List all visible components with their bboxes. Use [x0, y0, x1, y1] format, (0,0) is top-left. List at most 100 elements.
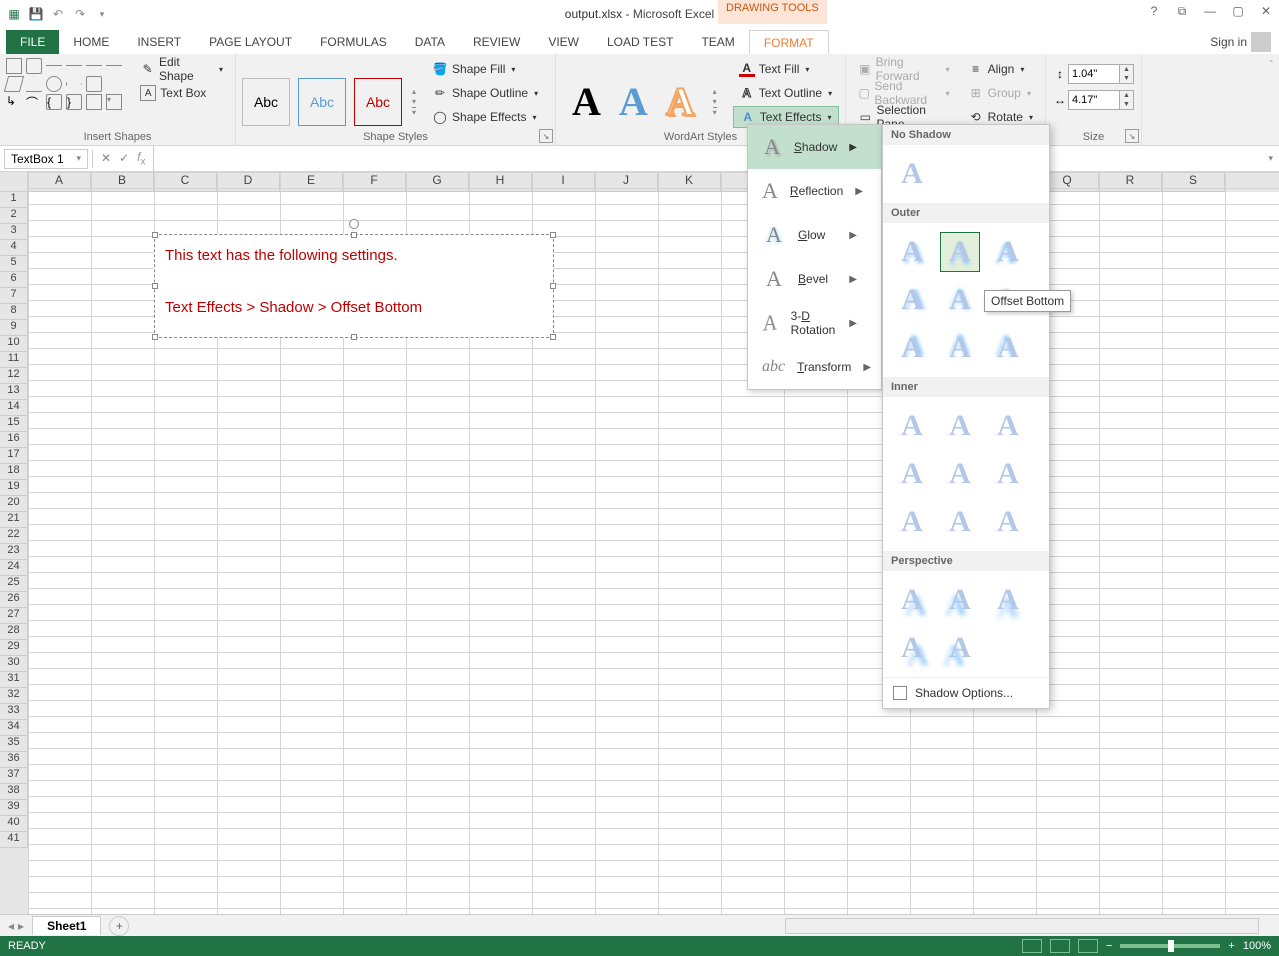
row-header[interactable]: 35	[0, 736, 28, 752]
align-button[interactable]: ≡Align▾	[962, 58, 1039, 80]
maximize-icon[interactable]: ▢	[1229, 2, 1247, 20]
new-sheet-button[interactable]: +	[109, 916, 129, 936]
sheet-nav-next-icon[interactable]: ▸	[18, 919, 24, 933]
row-header[interactable]: 18	[0, 464, 28, 480]
shadow-option-inner-2[interactable]: A	[941, 407, 979, 445]
shadow-option-outer-7[interactable]: A	[893, 329, 931, 367]
shadow-option-inner-5[interactable]: A	[941, 455, 979, 493]
tab-insert[interactable]: INSERT	[123, 30, 195, 54]
shadow-option-persp-1[interactable]: A	[893, 581, 931, 619]
ribbon-display-options-icon[interactable]: ⧉	[1173, 2, 1191, 20]
sheet-nav[interactable]: ◂▸	[0, 919, 32, 933]
menu-item-glow[interactable]: A Glow ▶	[748, 213, 881, 257]
zoom-out-button[interactable]: −	[1106, 940, 1112, 952]
zoom-slider[interactable]	[1120, 944, 1220, 948]
zoom-level[interactable]: 100%	[1243, 940, 1271, 952]
row-header[interactable]: 7	[0, 288, 28, 304]
fx-icon[interactable]: fx	[137, 150, 145, 167]
minimize-icon[interactable]: —	[1201, 2, 1219, 20]
tab-data[interactable]: DATA	[401, 30, 459, 54]
row-header[interactable]: 36	[0, 752, 28, 768]
row-header[interactable]: 14	[0, 400, 28, 416]
tab-load-test[interactable]: LOAD TEST	[593, 30, 687, 54]
menu-item-transform[interactable]: abc Transform ▶	[748, 345, 881, 389]
tab-file[interactable]: FILE	[6, 30, 59, 54]
shadow-option-inner-9[interactable]: A	[989, 503, 1027, 541]
shadow-option-none[interactable]: A	[893, 155, 931, 193]
cancel-icon[interactable]: ✕	[101, 151, 111, 165]
edit-shape-button[interactable]: ✎Edit Shape▾	[134, 58, 229, 80]
row-header[interactable]: 40	[0, 816, 28, 832]
shadow-option-inner-6[interactable]: A	[989, 455, 1027, 493]
redo-icon[interactable]: ↷	[70, 4, 90, 24]
row-header[interactable]: 27	[0, 608, 28, 624]
row-header[interactable]: 12	[0, 368, 28, 384]
row-header[interactable]: 19	[0, 480, 28, 496]
shape-outline-button[interactable]: ✏Shape Outline▾	[426, 82, 544, 104]
menu-item-3d-rotation[interactable]: A 3-D Rotation ▶	[748, 301, 881, 345]
bring-forward-button[interactable]: ▣Bring Forward▾	[852, 58, 956, 80]
text-box-button[interactable]: AText Box	[134, 82, 229, 104]
shape-style-swatch-blue[interactable]: Abc	[298, 78, 346, 126]
shadow-option-inner-7[interactable]: A	[893, 503, 931, 541]
tab-review[interactable]: REVIEW	[459, 30, 534, 54]
row-header[interactable]: 41	[0, 832, 28, 848]
shadow-option-outer-1[interactable]: A	[893, 233, 931, 271]
tab-view[interactable]: VIEW	[534, 30, 593, 54]
textbox-shape[interactable]: This text has the following settings. Te…	[154, 234, 554, 338]
help-icon[interactable]: ?	[1145, 2, 1163, 20]
shape-styles-launcher[interactable]: ↘	[539, 129, 553, 143]
horizontal-scrollbar[interactable]	[785, 918, 1259, 934]
row-header[interactable]: 4	[0, 240, 28, 256]
shape-fill-button[interactable]: 🪣Shape Fill▾	[426, 58, 544, 80]
height-spinner[interactable]: ▲▼	[1120, 64, 1134, 84]
row-header[interactable]: 29	[0, 640, 28, 656]
zoom-in-button[interactable]: +	[1228, 940, 1234, 952]
rotation-handle[interactable]	[349, 219, 359, 229]
resize-handle-nw[interactable]	[152, 232, 158, 238]
row-header[interactable]: 39	[0, 800, 28, 816]
shadow-option-persp-5[interactable]: A	[941, 629, 979, 667]
width-spinner[interactable]: ▲▼	[1120, 90, 1134, 110]
row-header[interactable]: 30	[0, 656, 28, 672]
row-header[interactable]: 10	[0, 336, 28, 352]
row-header[interactable]: 38	[0, 784, 28, 800]
row-header[interactable]: 11	[0, 352, 28, 368]
undo-icon[interactable]: ↶	[48, 4, 68, 24]
row-header[interactable]: 23	[0, 544, 28, 560]
row-header[interactable]: 1	[0, 192, 28, 208]
shape-effects-button[interactable]: ◯Shape Effects▾	[426, 106, 544, 128]
row-header[interactable]: 37	[0, 768, 28, 784]
row-header[interactable]: 25	[0, 576, 28, 592]
shadow-option-persp-3[interactable]: A	[989, 581, 1027, 619]
close-icon[interactable]: ✕	[1257, 2, 1275, 20]
shadow-option-outer-8[interactable]: A	[941, 329, 979, 367]
wordart-swatch-1[interactable]: A	[572, 78, 601, 125]
qat-customize-icon[interactable]: ▾	[92, 4, 112, 24]
wordart-swatch-3[interactable]: A	[666, 78, 695, 125]
shadow-option-inner-1[interactable]: A	[893, 407, 931, 445]
row-header[interactable]: 22	[0, 528, 28, 544]
name-box[interactable]: TextBox 1 ▾	[4, 149, 88, 169]
tab-home[interactable]: HOME	[59, 30, 123, 54]
view-page-break-button[interactable]	[1078, 939, 1098, 953]
shadow-option-inner-3[interactable]: A	[989, 407, 1027, 445]
row-header[interactable]: 9	[0, 320, 28, 336]
shadow-option-outer-5[interactable]: A	[941, 281, 979, 319]
row-header[interactable]: 33	[0, 704, 28, 720]
resize-handle-w[interactable]	[152, 283, 158, 289]
shadow-option-inner-8[interactable]: A	[941, 503, 979, 541]
shadow-option-persp-4[interactable]: A	[893, 629, 931, 667]
resize-handle-sw[interactable]	[152, 334, 158, 340]
text-outline-button[interactable]: AText Outline▾	[733, 82, 839, 104]
menu-item-reflection[interactable]: A Reflection ▶	[748, 169, 881, 213]
row-header[interactable]: 15	[0, 416, 28, 432]
row-header[interactable]: 32	[0, 688, 28, 704]
row-header[interactable]: 8	[0, 304, 28, 320]
row-header[interactable]: 31	[0, 672, 28, 688]
group-button[interactable]: ⊞Group▾	[962, 82, 1039, 104]
shadow-option-outer-9[interactable]: A	[989, 329, 1027, 367]
tab-team[interactable]: TEAM	[687, 30, 748, 54]
width-input[interactable]: 4.17"	[1068, 90, 1120, 110]
menu-item-shadow[interactable]: A Shadow ▶	[748, 125, 881, 169]
